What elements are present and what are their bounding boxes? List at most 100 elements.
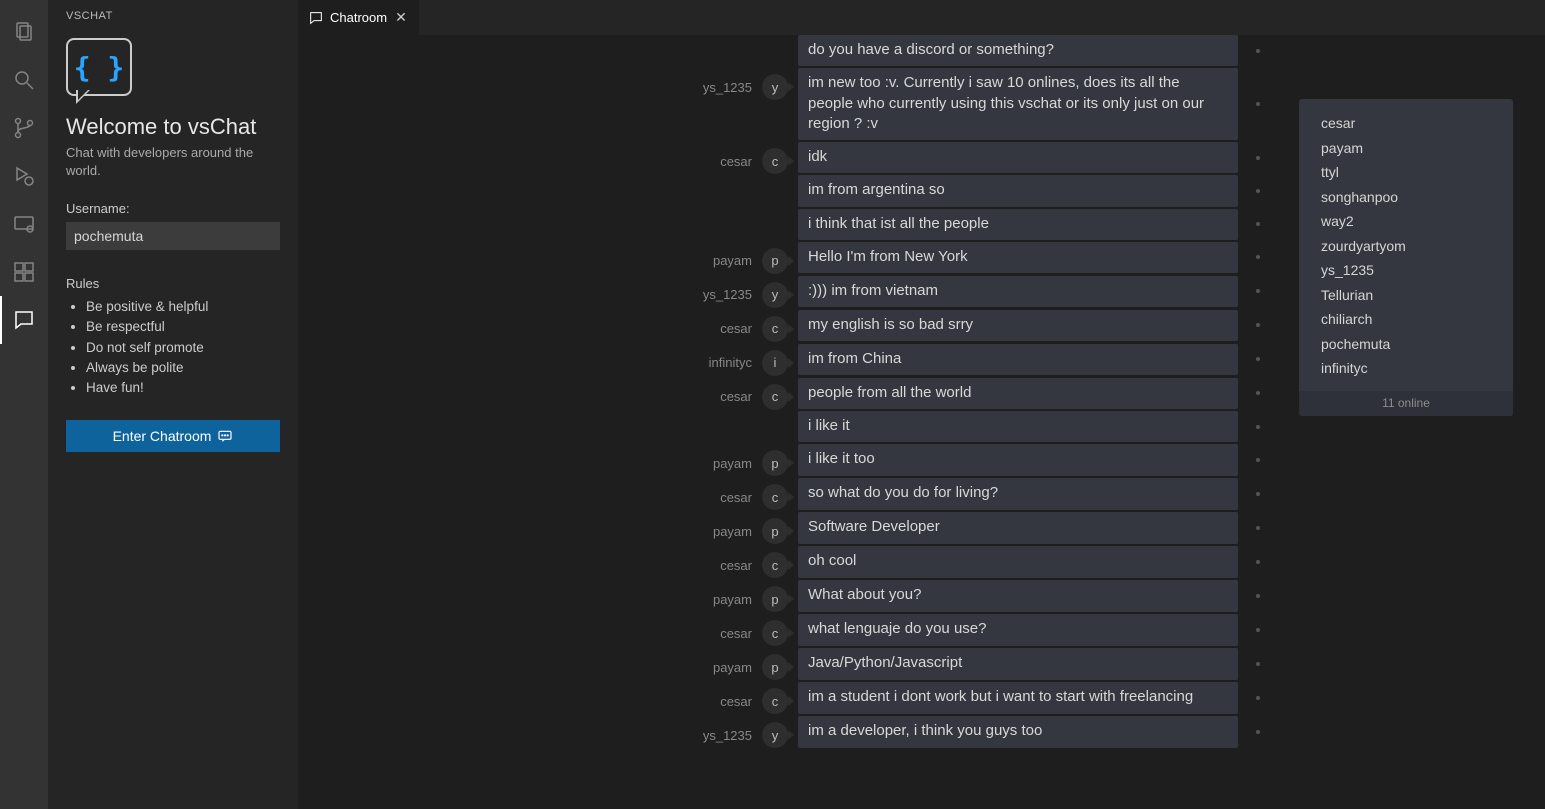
bubble-menu-dot[interactable] [1256, 425, 1260, 429]
bubble-menu-dot[interactable] [1256, 102, 1260, 106]
message-group: cesarc im a student i dont work but i wan… [298, 682, 1275, 714]
message-meta: cesarc [298, 682, 788, 714]
enter-button-label: Enter Chatroom [113, 428, 212, 444]
activity-extensions[interactable] [0, 248, 48, 296]
bubble-menu-dot[interactable] [1256, 492, 1260, 496]
sidebar: VSCHAT { } Welcome to vsChat Chat with d… [48, 0, 298, 809]
message-username: cesar [720, 626, 752, 641]
bubble-menu-dot[interactable] [1256, 696, 1260, 700]
bubble-menu-dot[interactable] [1256, 662, 1260, 666]
message-username: ys_1235 [703, 287, 752, 302]
rule-item: Be respectful [86, 317, 280, 337]
message-group: do you have a discord or something? [298, 35, 1275, 66]
message-bubble: Software Developer [798, 512, 1238, 543]
tab-close-button[interactable]: ✕ [393, 9, 409, 26]
bubble-menu-dot[interactable] [1256, 628, 1260, 632]
online-user[interactable]: zourdyartyom [1321, 234, 1495, 259]
enter-chatroom-button[interactable]: Enter Chatroom [66, 420, 280, 452]
activity-bar [0, 0, 48, 809]
online-user[interactable]: ttyl [1321, 160, 1495, 185]
message-bubbles: idkim from argentina soi think that ist … [798, 142, 1238, 240]
message-username: cesar [720, 558, 752, 573]
bubble-menu-dot[interactable] [1256, 222, 1260, 226]
online-user[interactable]: Tellurian [1321, 283, 1495, 308]
branch-icon [12, 116, 36, 140]
avatar: c [762, 384, 788, 410]
message-bubble: i like it [798, 411, 1238, 442]
message-column: do you have a discord or something? ys_12… [298, 35, 1275, 809]
online-user[interactable]: songhanpoo [1321, 185, 1495, 210]
remote-icon [12, 212, 36, 236]
message-bubble: im a student i dont work but i want to s… [798, 682, 1238, 713]
logo-text: { } [74, 51, 125, 84]
username-input[interactable] [66, 222, 280, 250]
chat-area: do you have a discord or something? ys_12… [298, 35, 1545, 809]
message-username: payam [713, 456, 752, 471]
message-username: payam [713, 253, 752, 268]
avatar: p [762, 450, 788, 476]
message-meta: ys_1235y [298, 716, 788, 748]
online-user[interactable]: chiliarch [1321, 307, 1495, 332]
message-bubble: oh cool [798, 546, 1238, 577]
online-user[interactable]: cesar [1321, 111, 1495, 136]
avatar: c [762, 552, 788, 578]
activity-explorer[interactable] [0, 8, 48, 56]
activity-remote[interactable] [0, 200, 48, 248]
message-group: cesarc oh cool [298, 546, 1275, 578]
message-group: cesarc idkim from argentina soi think tha… [298, 142, 1275, 240]
bubble-menu-dot[interactable] [1256, 156, 1260, 160]
message-bubble: im from argentina so [798, 175, 1238, 206]
message-bubbles: Java/Python/Javascript [798, 648, 1238, 679]
message-meta: cesarc [298, 614, 788, 646]
username-label: Username: [66, 201, 280, 216]
bubble-menu-dot[interactable] [1256, 594, 1260, 598]
bubble-menu-dot[interactable] [1256, 560, 1260, 564]
activity-search[interactable] [0, 56, 48, 104]
message-bubble: im new too :v. Currently i saw 10 online… [798, 68, 1238, 140]
message-username: ys_1235 [703, 80, 752, 95]
bubble-menu-dot[interactable] [1256, 323, 1260, 327]
message-bubble: im from China [798, 344, 1238, 375]
rule-item: Do not self promote [86, 338, 280, 358]
message-username: cesar [720, 490, 752, 505]
online-user[interactable]: ys_1235 [1321, 258, 1495, 283]
tab-chatroom[interactable]: Chatroom ✕ [298, 0, 420, 35]
activity-vschat[interactable] [0, 296, 48, 344]
message-group: payampHello I'm from New York [298, 242, 1275, 274]
message-bubbles: im from China [798, 344, 1238, 375]
bubble-menu-dot[interactable] [1256, 189, 1260, 193]
message-meta: cesarc [298, 142, 788, 174]
bubble-menu-dot[interactable] [1256, 255, 1260, 259]
message-group: cesarc people from all the worldi like it [298, 378, 1275, 443]
bubble-menu-dot[interactable] [1256, 526, 1260, 530]
message-username: cesar [720, 321, 752, 336]
bubble-menu-dot[interactable] [1256, 49, 1260, 53]
online-user[interactable]: way2 [1321, 209, 1495, 234]
message-meta: ys_1235y [298, 276, 788, 308]
message-bubbles: people from all the worldi like it [798, 378, 1238, 443]
activity-run[interactable] [0, 152, 48, 200]
message-bubble: Java/Python/Javascript [798, 648, 1238, 679]
bubble-menu-dot[interactable] [1256, 730, 1260, 734]
message-group: cesarcmy english is so bad srry [298, 310, 1275, 342]
activity-source-control[interactable] [0, 104, 48, 152]
bubble-menu-dot[interactable] [1256, 458, 1260, 462]
message-meta: infinityci [298, 344, 788, 376]
bubble-menu-dot[interactable] [1256, 391, 1260, 395]
message-bubble: i think that ist all the people [798, 209, 1238, 240]
message-username: cesar [720, 694, 752, 709]
message-group: infinityci im from China [298, 344, 1275, 376]
avatar: p [762, 248, 788, 274]
bubble-menu-dot[interactable] [1256, 357, 1260, 361]
message-username: cesar [720, 389, 752, 404]
bubble-menu-dot[interactable] [1256, 289, 1260, 293]
avatar: y [762, 722, 788, 748]
sidebar-content: { } Welcome to vsChat Chat with develope… [48, 30, 298, 460]
online-user[interactable]: infinityc [1321, 356, 1495, 381]
online-user[interactable]: payam [1321, 136, 1495, 161]
message-bubble: do you have a discord or something? [798, 35, 1238, 66]
message-bubbles: what lenguaje do you use? [798, 614, 1238, 645]
message-bubbles: oh cool [798, 546, 1238, 577]
extensions-icon [12, 260, 36, 284]
online-user[interactable]: pochemuta [1321, 332, 1495, 357]
